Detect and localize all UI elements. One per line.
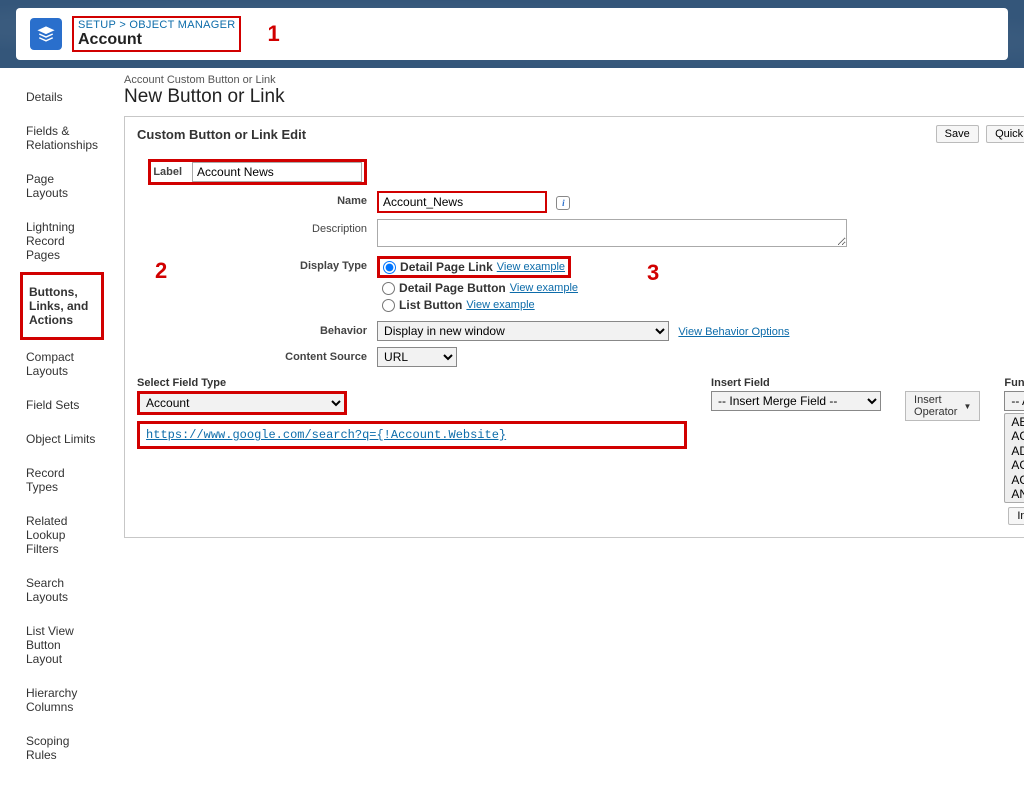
display-type-button-label: Detail Page Button [399, 281, 506, 295]
setup-icon [30, 18, 62, 50]
insert-selected-function-button[interactable]: Insert Selected Function [1008, 507, 1024, 525]
behavior-label: Behavior [137, 321, 377, 337]
sidebar: Details Fields & Relationships Page Layo… [20, 74, 104, 772]
behavior-select[interactable]: Display in new window [377, 321, 669, 341]
sidebar-item-hierarchy-columns[interactable]: Hierarchy Columns [20, 676, 104, 724]
function-option[interactable]: ADDMONTHS [1007, 444, 1024, 458]
sidebar-item-scoping-rules[interactable]: Scoping Rules [20, 724, 104, 772]
insert-field-select[interactable]: -- Insert Merge Field -- [711, 391, 881, 411]
view-example-link-2[interactable]: View example [510, 282, 578, 294]
sidebar-item-related-lookup-filters[interactable]: Related Lookup Filters [20, 504, 104, 566]
function-option[interactable]: ACOS [1007, 429, 1024, 443]
content-source-label: Content Source [137, 347, 377, 363]
label-label-text: Label [153, 166, 192, 178]
sidebar-item-fields[interactable]: Fields & Relationships [20, 114, 104, 162]
annotation-3: 3 [647, 260, 659, 286]
sidebar-item-list-view-button-layout[interactable]: List View Button Layout [20, 614, 104, 676]
view-example-link-1[interactable]: View example [497, 261, 565, 273]
view-example-link-3[interactable]: View example [466, 299, 534, 311]
section-subtitle: Account Custom Button or Link [124, 74, 1024, 86]
sidebar-item-lightning-pages[interactable]: Lightning Record Pages [20, 210, 104, 272]
sidebar-item-compact-layouts[interactable]: Compact Layouts [20, 340, 104, 388]
sidebar-item-object-limits[interactable]: Object Limits [20, 422, 104, 456]
chevron-down-icon: ▼ [963, 402, 971, 411]
function-option[interactable]: AGE [1007, 458, 1024, 472]
save-button[interactable]: Save [936, 125, 979, 143]
sidebar-item-details[interactable]: Details [20, 80, 104, 114]
select-field-type[interactable]: Account [137, 391, 347, 415]
header-title-highlight: SETUP > OBJECT MANAGER Account [72, 16, 241, 52]
view-behavior-options-link[interactable]: View Behavior Options [678, 326, 789, 338]
sidebar-item-field-sets[interactable]: Field Sets [20, 388, 104, 422]
display-type-label: Display Type [137, 256, 377, 272]
breadcrumb[interactable]: SETUP > OBJECT MANAGER [78, 19, 235, 31]
edit-panel: Custom Button or Link Edit Save Quick Sa… [124, 116, 1024, 538]
annotation-1: 1 [267, 21, 279, 47]
function-option[interactable]: AND [1007, 487, 1024, 501]
insert-field-label: Insert Field [711, 377, 881, 389]
sidebar-item-record-types[interactable]: Record Types [20, 456, 104, 504]
display-type-radio-button[interactable] [382, 282, 395, 295]
sidebar-item-search-layouts[interactable]: Search Layouts [20, 566, 104, 614]
function-category-select[interactable]: -- All Function Categories -- [1004, 391, 1024, 411]
function-option[interactable]: AGEON [1007, 473, 1024, 487]
formula-textarea[interactable]: https://www.google.com/search?q={!Accoun… [137, 421, 687, 449]
display-type-link-label: Detail Page Link [400, 260, 493, 274]
display-type-radio-list[interactable] [382, 299, 395, 312]
display-type-list-label: List Button [399, 298, 462, 312]
name-label: Name [137, 191, 377, 207]
quick-save-button[interactable]: Quick Save [986, 125, 1024, 143]
function-list[interactable]: ABS ACOS ADDMONTHS AGE AGEON AND [1004, 413, 1024, 503]
function-option[interactable]: ABS [1007, 415, 1024, 429]
content-source-select[interactable]: URL [377, 347, 457, 367]
section-title: New Button or Link [124, 86, 1024, 108]
panel-title: Custom Button or Link Edit [137, 127, 306, 142]
description-label: Description [137, 219, 377, 235]
label-input[interactable] [192, 162, 362, 182]
functions-label: Functions [1004, 377, 1024, 389]
select-field-type-label: Select Field Type [137, 377, 687, 389]
sidebar-item-page-layouts[interactable]: Page Layouts [20, 162, 104, 210]
info-icon[interactable]: i [556, 196, 570, 210]
page-title: Account [78, 31, 235, 49]
sidebar-item-buttons-links-actions[interactable]: Buttons, Links, and Actions [20, 272, 104, 340]
insert-operator-button[interactable]: Insert Operator ▼ [905, 391, 980, 421]
name-input[interactable] [377, 191, 547, 213]
display-type-radio-link[interactable] [383, 261, 396, 274]
description-textarea[interactable] [377, 219, 847, 247]
